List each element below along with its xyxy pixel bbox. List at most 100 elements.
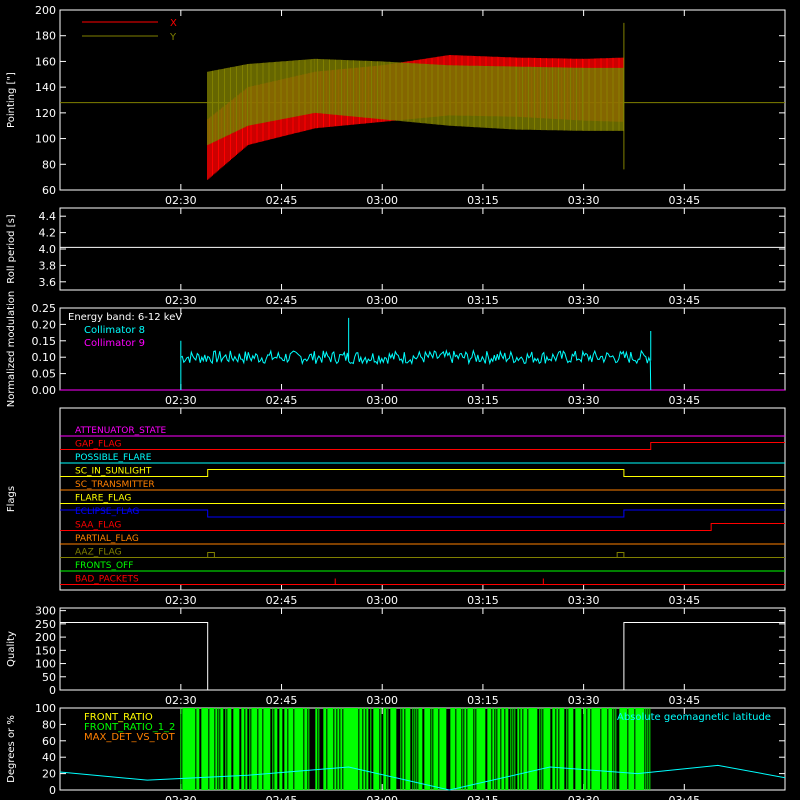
flags-frame xyxy=(59,407,786,591)
x-tick-label: 03:30 xyxy=(568,394,600,407)
x-tick-label: 03:45 xyxy=(668,794,700,800)
y-tick-label: 0.25 xyxy=(32,302,57,315)
y-tick-label: 100 xyxy=(35,133,56,146)
quality-ylabel: Quality xyxy=(6,631,17,667)
y-tick-label: 3.6 xyxy=(39,276,57,289)
y-tick-label: 140 xyxy=(35,81,56,94)
flag-label: GAP_FLAG xyxy=(75,440,121,450)
y-tick-label: 160 xyxy=(35,55,56,68)
x-tick-label: 03:30 xyxy=(568,194,600,207)
x-tick-label: 03:15 xyxy=(467,294,499,307)
flag-label: FRONTS_OFF xyxy=(75,561,133,571)
y-tick-label: 0 xyxy=(49,784,56,797)
y-tick-label: 40 xyxy=(42,751,56,764)
roll-ylabel: Roll period [s] xyxy=(6,214,17,283)
legend-label-Y: Y xyxy=(169,32,177,43)
energy-band-annotation: Energy band: 6-12 keV xyxy=(68,312,182,323)
flag-label: POSSIBLE_FLARE xyxy=(75,453,152,463)
x-tick-label: 02:45 xyxy=(266,694,298,707)
y-tick-label: 4.2 xyxy=(39,227,57,240)
y-tick-label: 0.15 xyxy=(32,335,57,348)
y-tick-label: 250 xyxy=(35,618,56,631)
y-tick-label: 4.0 xyxy=(39,243,57,256)
figure: 02:30 02:45 03:00 03:15 03:30 03:45 60 80 100 120… xyxy=(6,4,786,800)
x-tick-label: 02:30 xyxy=(165,794,197,800)
aaz-mark xyxy=(207,552,215,558)
y-tick-label: 80 xyxy=(42,158,56,171)
pointing-panel: 02:30 02:45 03:00 03:15 03:30 03:45 60 80 100 120… xyxy=(6,4,786,207)
legend-label-X: X xyxy=(170,18,177,29)
modulation-panel: 02:30 02:45 03:00 03:15 03:30 03:45 0.00 0.05 0.… xyxy=(6,291,786,408)
x-tick-label: 03:15 xyxy=(467,594,499,607)
quality-frame xyxy=(59,607,786,691)
x-tick-label: 03:00 xyxy=(366,294,398,307)
legend-collimator-9: Collimator 9 xyxy=(84,338,145,349)
x-tick-label: 02:30 xyxy=(165,294,197,307)
x-tick-label: 03:00 xyxy=(366,594,398,607)
y-tick-label: 20 xyxy=(42,768,56,781)
flag-label: BAD_PACKETS xyxy=(75,575,139,585)
flags-panel: 02:30 02:45 03:00 03:15 03:30 03:45 Flags ATTEN… xyxy=(6,407,786,607)
x-tick-label: 03:00 xyxy=(366,694,398,707)
x-tick-label: 03:45 xyxy=(668,294,700,307)
flag-label: ATTENUATOR_STATE xyxy=(75,426,167,436)
front-ratio-bars xyxy=(180,708,651,790)
modulation-ylabel: Normalized modulation xyxy=(6,291,17,408)
flag-line xyxy=(60,509,785,518)
x-tick-label: 02:45 xyxy=(266,594,298,607)
y-tick-label: 3.8 xyxy=(39,259,57,272)
x-tick-label: 02:45 xyxy=(266,794,298,800)
y-tick-label: 100 xyxy=(35,702,56,715)
flags-ylabel: Flags xyxy=(6,486,17,512)
collimator8-line xyxy=(180,317,652,391)
x-tick-label: 03:45 xyxy=(668,194,700,207)
y-tick-label: 50 xyxy=(42,671,56,684)
x-tick-label: 02:30 xyxy=(165,394,197,407)
x-tick-label: 03:45 xyxy=(668,594,700,607)
y-tick-label: 60 xyxy=(42,184,56,197)
legend-front-ratio: MAX_DET_VS_TOT xyxy=(84,732,176,743)
flag-label: PARTIAL_FLAG xyxy=(75,534,139,544)
latitude-line xyxy=(59,764,786,791)
x-tick-label: 03:15 xyxy=(467,794,499,800)
x-tick-label: 02:30 xyxy=(165,594,197,607)
x-tick-label: 02:45 xyxy=(266,394,298,407)
y-tick-label: 0.20 xyxy=(32,318,57,331)
y-tick-label: 200 xyxy=(35,631,56,644)
flag-line xyxy=(60,469,785,477)
y-tick-label: 60 xyxy=(42,735,56,748)
y-tick-label: 100 xyxy=(35,658,56,671)
flag-label: SC_IN_SUNLIGHT xyxy=(75,467,152,477)
y-tick-label: 300 xyxy=(35,605,56,618)
x-tick-label: 03:30 xyxy=(568,794,600,800)
x-tick-label: 03:15 xyxy=(467,194,499,207)
y-tick-label: 150 xyxy=(35,644,56,657)
x-tick-label: 03:45 xyxy=(668,394,700,407)
x-tick-label: 02:45 xyxy=(266,194,298,207)
x-tick-label: 03:30 xyxy=(568,294,600,307)
quality-line xyxy=(60,622,785,691)
aaz-mark xyxy=(616,552,625,558)
x-tick-label: 03:15 xyxy=(467,694,499,707)
legend-collimator-8: Collimator 8 xyxy=(84,325,145,336)
legend-latitude: Absolute geomagnetic latitude xyxy=(617,712,771,723)
y-tick-label: 4.4 xyxy=(39,210,57,223)
x-tick-label: 03:00 xyxy=(366,194,398,207)
x-tick-label: 03:45 xyxy=(668,694,700,707)
x-tick-label: 02:30 xyxy=(165,194,197,207)
x-tick-label: 03:30 xyxy=(568,694,600,707)
flag-label: SAA_FLAG xyxy=(75,521,121,531)
flag-label: AAZ_FLAG xyxy=(75,548,122,558)
roll-frame xyxy=(59,207,786,291)
y-tick-label: 0.00 xyxy=(32,384,57,397)
roll-panel: 02:30 02:45 03:00 03:15 03:30 03:45 3.6 3.8 4.0 4… xyxy=(6,207,786,307)
flag-line xyxy=(60,523,785,531)
y-tick-label: 0.05 xyxy=(32,368,57,381)
y-tick-label: 80 xyxy=(42,718,56,731)
flag-label: SC_TRANSMITTER xyxy=(75,480,155,490)
quality-panel: 02:30 02:45 03:00 03:15 03:30 03:450501001502… xyxy=(6,605,786,707)
x-tick-label: 03:30 xyxy=(568,594,600,607)
flag-line xyxy=(60,442,785,450)
y-tick-label: 180 xyxy=(35,30,56,43)
y-tick-label: 200 xyxy=(35,4,56,17)
